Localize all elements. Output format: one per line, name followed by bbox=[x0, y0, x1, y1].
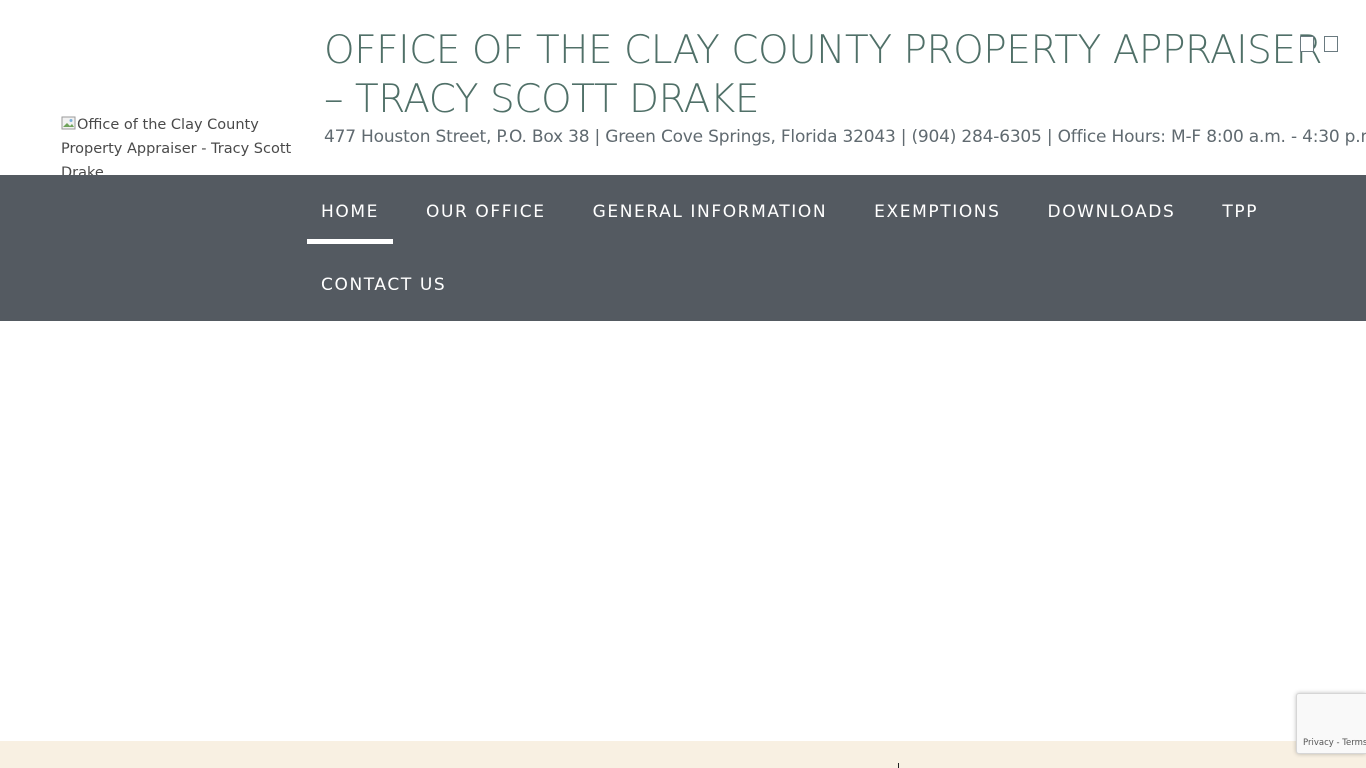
nav-item-exemptions[interactable]: EXEMPTIONS bbox=[860, 175, 1014, 248]
nav-item-general-information[interactable]: GENERAL INFORMATION bbox=[579, 175, 842, 248]
main-navigation: HOME OUR OFFICE GENERAL INFORMATION EXEM… bbox=[0, 175, 1366, 321]
nav-row: HOME OUR OFFICE GENERAL INFORMATION EXEM… bbox=[307, 175, 1291, 248]
broken-image-icon bbox=[61, 116, 76, 130]
recaptcha-badge[interactable]: Privacy - Terms bbox=[1296, 693, 1366, 754]
site-title[interactable]: OFFICE OF THE CLAY COUNTY PROPERTY APPRA… bbox=[324, 26, 1324, 124]
nav-item-downloads[interactable]: DOWNLOADS bbox=[1034, 175, 1190, 248]
footer-divider bbox=[898, 763, 899, 768]
site-contact-info: 477 Houston Street, P.O. Box 38 | Green … bbox=[324, 127, 1366, 147]
recaptcha-separator: - bbox=[1336, 738, 1340, 748]
nav-row: CONTACT US bbox=[307, 248, 479, 321]
footer-band bbox=[0, 741, 1366, 768]
nav-item-our-office[interactable]: OUR OFFICE bbox=[412, 175, 560, 248]
main-content bbox=[0, 321, 1366, 741]
nav-item-home[interactable]: HOME bbox=[307, 175, 393, 248]
nav-item-contact-us[interactable]: CONTACT US bbox=[307, 248, 460, 321]
nav-item-tpp[interactable]: TPP bbox=[1208, 175, 1272, 248]
site-logo[interactable]: Office of the Clay County Property Appra… bbox=[61, 113, 301, 175]
recaptcha-privacy-link[interactable]: Privacy bbox=[1303, 738, 1334, 748]
recaptcha-terms-link[interactable]: Terms bbox=[1342, 738, 1366, 748]
site-header: Office of the Clay County Property Appra… bbox=[0, 0, 1366, 175]
square-icon[interactable] bbox=[1324, 36, 1338, 52]
header-icon-group bbox=[1300, 36, 1338, 52]
square-icon[interactable] bbox=[1300, 36, 1314, 52]
logo-alt-text: Office of the Clay County Property Appra… bbox=[61, 117, 292, 175]
recaptcha-links: Privacy - Terms bbox=[1303, 738, 1366, 748]
